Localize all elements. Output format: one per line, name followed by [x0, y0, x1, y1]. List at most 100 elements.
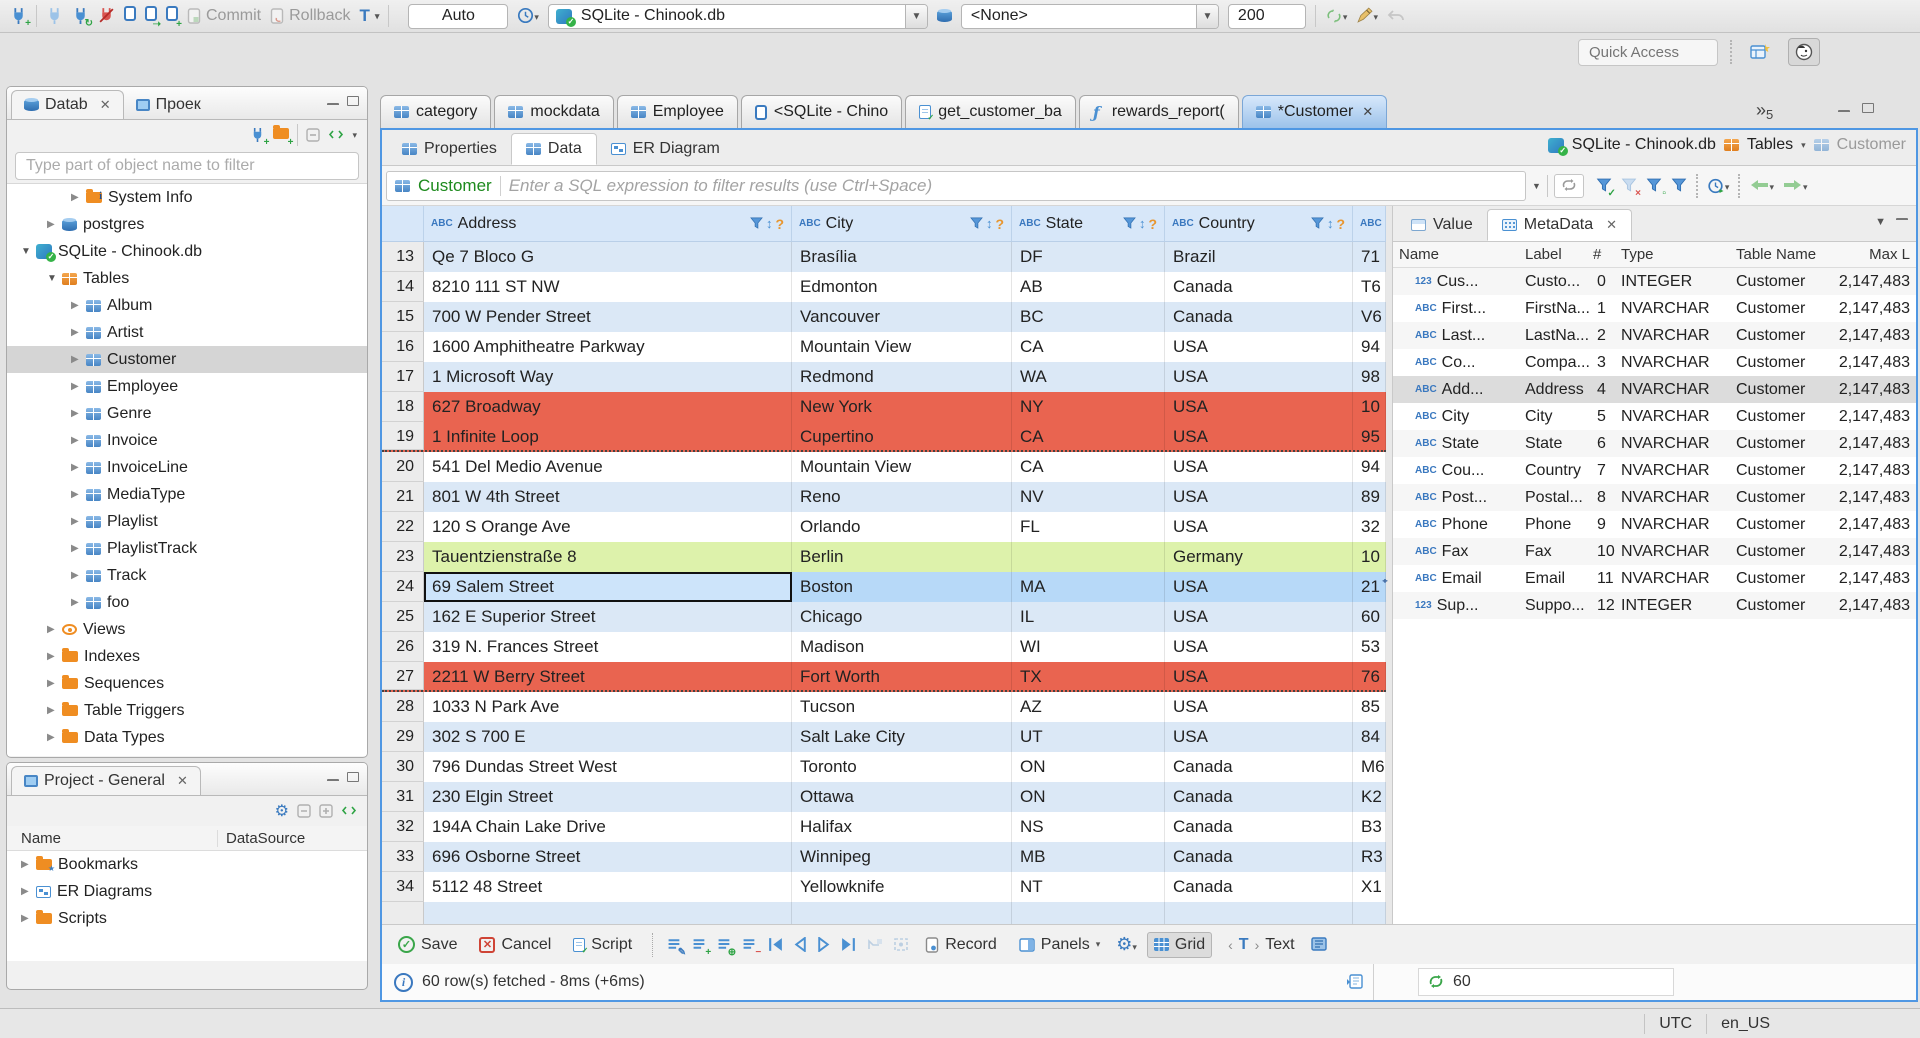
cell-state[interactable]: UT — [1012, 722, 1165, 752]
meta-label-cell[interactable]: Custo... — [1519, 273, 1591, 291]
save-filter-icon[interactable]: ▫ — [1646, 177, 1666, 199]
perspective-dbeaver-icon[interactable] — [1788, 38, 1820, 66]
metadata-row[interactable]: ABC Last... LastNa... 2 NVARCHAR Customer… — [1393, 322, 1916, 349]
cell-city[interactable]: New York — [792, 392, 1012, 422]
breadcrumb-db[interactable]: SQLite - Chinook.db — [1572, 136, 1716, 154]
metadata-row[interactable]: ABC Post... Postal... 8 NVARCHAR Customer… — [1393, 484, 1916, 511]
cell-city[interactable]: Chicago — [792, 602, 1012, 632]
row-number-cell[interactable]: 23 — [382, 542, 424, 572]
expand-arrow-icon[interactable] — [21, 886, 36, 897]
meta-label-cell[interactable]: Address — [1519, 381, 1591, 399]
minimize-icon[interactable] — [1838, 110, 1850, 113]
cell-country[interactable]: Canada — [1165, 812, 1353, 842]
cell-city[interactable]: Brasília — [792, 242, 1012, 272]
sort-icon[interactable]: ↕ — [986, 216, 993, 231]
row-number-cell[interactable]: 18 — [382, 392, 424, 422]
script-button[interactable]: Script — [567, 933, 638, 957]
meta-name-cell[interactable]: ABC First... — [1393, 300, 1519, 318]
tree-item[interactable]: Playlist — [7, 508, 367, 535]
cell-postalcode-clipped[interactable]: K2 — [1353, 782, 1386, 812]
meta-table-cell[interactable]: Customer — [1730, 300, 1830, 318]
row-number-cell[interactable]: 32 — [382, 812, 424, 842]
row-number-cell[interactable]: 15 — [382, 302, 424, 332]
tree-item[interactable]: Sequences — [7, 670, 367, 697]
connection-dropdown-arrow[interactable]: ▼ — [904, 4, 927, 28]
metadata-row[interactable]: ABC Fax Fax 10 NVARCHAR Customer 2,147,48… — [1393, 538, 1916, 565]
meta-name-cell[interactable]: 123 Cus... — [1393, 273, 1519, 291]
meta-table-cell[interactable]: Customer — [1730, 543, 1830, 561]
tree-item[interactable]: Album — [7, 292, 367, 319]
cell-state[interactable]: NY — [1012, 392, 1165, 422]
row-number-cell[interactable]: 16 — [382, 332, 424, 362]
duplicate-row-icon[interactable]: ⊕ — [717, 936, 736, 958]
cell-city[interactable]: Edmonton — [792, 272, 1012, 302]
editor-tab[interactable]: <SQLite - Chino ✕ — [740, 95, 903, 128]
meta-type-cell[interactable]: NVARCHAR — [1615, 516, 1730, 534]
meta-type-cell[interactable]: INTEGER — [1615, 273, 1730, 291]
metadata-column-header[interactable]: Name — [1393, 246, 1519, 263]
row-number-cell[interactable]: 25 — [382, 602, 424, 632]
cell-country[interactable]: USA — [1165, 632, 1353, 662]
cell-state[interactable]: TX — [1012, 662, 1165, 690]
cell-address[interactable]: 700 W Pender Street — [424, 302, 792, 332]
cell-country[interactable]: USA — [1165, 452, 1353, 482]
grid-row[interactable]: 15 700 W Pender Street Vancouver BC Cana… — [382, 302, 1386, 332]
cell-state[interactable]: CA — [1012, 422, 1165, 450]
cell-city[interactable]: Madison — [792, 632, 1012, 662]
sync-connection-icon[interactable]: ▾ — [1325, 7, 1347, 25]
cell-country[interactable]: USA — [1165, 362, 1353, 392]
corner-cell[interactable] — [382, 206, 424, 241]
result-settings-gear-icon[interactable]: ⚙▾ — [1116, 934, 1137, 955]
connect-icon[interactable] — [46, 7, 63, 25]
new-sql-editor-icon[interactable]: + — [166, 6, 182, 30]
filter-dropdown-icon[interactable]: ▼ — [1532, 181, 1541, 191]
meta-name-cell[interactable]: ABC State — [1393, 435, 1519, 453]
meta-label-cell[interactable]: Phone — [1519, 516, 1591, 534]
tab-database-navigator[interactable]: Datab ✕ — [11, 90, 124, 119]
cell-postalcode-clipped[interactable]: 71 — [1353, 242, 1386, 272]
metadata-column-header[interactable]: Table Name — [1730, 246, 1830, 263]
cell-city[interactable]: Mountain View — [792, 332, 1012, 362]
cell-country[interactable]: Brazil — [1165, 242, 1353, 272]
row-number-cell[interactable]: 30 — [382, 752, 424, 782]
cell-state[interactable]: CA — [1012, 332, 1165, 362]
tree-item[interactable]: Genre — [7, 400, 367, 427]
meta-label-cell[interactable]: State — [1519, 435, 1591, 453]
cell-state[interactable]: DF — [1012, 242, 1165, 272]
editor-tab[interactable]: *Customer ✕ — [1241, 95, 1388, 128]
commit-mode-combo[interactable]: Auto — [408, 3, 509, 29]
meta-maxlength-cell[interactable]: 2,147,483 — [1830, 543, 1916, 561]
meta-table-cell[interactable]: Customer — [1730, 273, 1830, 291]
meta-table-cell[interactable]: Customer — [1730, 354, 1830, 372]
cell-state[interactable]: WA — [1012, 362, 1165, 392]
grid-row[interactable]: 26 319 N. Frances Street Madison WI USA … — [382, 632, 1386, 662]
cell-address[interactable]: 2211 W Berry Street — [424, 662, 792, 690]
refresh-icon[interactable] — [1428, 973, 1444, 991]
meta-name-cell[interactable]: ABC City — [1393, 408, 1519, 426]
metadata-row[interactable]: ABC First... FirstNa... 1 NVARCHAR Custom… — [1393, 295, 1916, 322]
sql-editor-icon[interactable] — [124, 6, 136, 26]
meta-table-cell[interactable]: Customer — [1730, 435, 1830, 453]
subtab[interactable]: Data — [510, 133, 597, 165]
row-number-cell[interactable]: 31 — [382, 782, 424, 812]
expand-arrow-icon[interactable] — [47, 273, 62, 284]
meta-name-cell[interactable]: ABC Co... — [1393, 354, 1519, 372]
cell-country[interactable]: Canada — [1165, 302, 1353, 332]
link-with-editor-icon[interactable] — [341, 802, 357, 820]
sql-filter-input[interactable] — [508, 175, 1517, 196]
cell-address[interactable]: Tauentzienstraße 8 — [424, 542, 792, 572]
cell-city[interactable]: Salt Lake City — [792, 722, 1012, 752]
breadcrumb-table[interactable]: Customer — [1837, 136, 1906, 154]
cell-state[interactable]: NS — [1012, 812, 1165, 842]
cell-country[interactable]: USA — [1165, 332, 1353, 362]
cell-country[interactable]: USA — [1165, 512, 1353, 542]
filter-funnel-icon[interactable] — [1123, 215, 1136, 233]
column-header[interactable]: ABC Address ↕ ? — [424, 206, 792, 241]
add-row-icon[interactable]: + — [692, 936, 711, 958]
tree-item[interactable]: Employee — [7, 373, 367, 400]
cell-city[interactable]: Redmond — [792, 362, 1012, 392]
editor-tab[interactable]: mockdata ✕ — [494, 95, 614, 128]
new-folder-icon[interactable]: + — [273, 125, 293, 148]
expand-arrow-icon[interactable] — [21, 859, 36, 870]
remove-filter-icon[interactable]: × — [1621, 177, 1641, 199]
